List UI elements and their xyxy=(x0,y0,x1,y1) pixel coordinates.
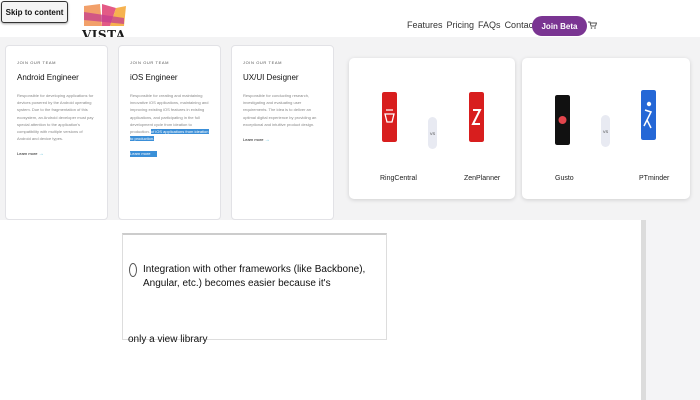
job-description-text: Responsible for creating and maintaining… xyxy=(130,93,209,135)
nav-faqs[interactable]: FAQs xyxy=(478,20,501,30)
learn-more-label: Learn more xyxy=(130,151,151,157)
gusto-logo-icon xyxy=(555,95,570,145)
comparison-right-name: ZenPlanner xyxy=(464,175,501,182)
vs-badge: VS xyxy=(428,117,437,149)
right-panel xyxy=(646,220,700,400)
job-description: Responsible for creating and maintaining… xyxy=(130,92,210,142)
job-eyebrow: JOIN OUR TEAM xyxy=(130,60,170,65)
comparison-card-ringcentral-zenplanner[interactable]: VS RingCentral ZenPlanner xyxy=(349,58,515,199)
zenplanner-logo-icon xyxy=(469,92,484,142)
arrow-right-icon: → xyxy=(264,137,270,144)
learn-more-link[interactable]: Learn more → xyxy=(243,137,270,143)
vs-badge: VS xyxy=(601,115,610,147)
comparison-left-name: Gusto xyxy=(555,175,574,182)
job-card-android: JOIN OUR TEAM Android Engineer Responsib… xyxy=(5,45,108,220)
comparison-card-gusto-ptminder[interactable]: VS Gusto PTminder xyxy=(522,58,690,199)
main-nav: Features Pricing FAQs Contact xyxy=(407,20,536,30)
job-card-ios: JOIN OUR TEAM iOS Engineer Responsible f… xyxy=(118,45,221,220)
ringcentral-logo-icon xyxy=(382,92,397,142)
job-description: Responsible for conducting research, inv… xyxy=(243,93,317,127)
job-title: UX/UI Designer xyxy=(243,73,299,82)
faq-answer-box[interactable]: Integration with other frameworks (like … xyxy=(122,233,387,340)
job-eyebrow: JOIN OUR TEAM xyxy=(17,60,57,65)
job-card-ux-ui: JOIN OUR TEAM UX/UI Designer Responsible… xyxy=(231,45,334,220)
arrow-right-icon: → xyxy=(151,151,157,158)
job-eyebrow: JOIN OUR TEAM xyxy=(243,60,283,65)
learn-more-label: Learn more xyxy=(17,151,38,157)
learn-more-link[interactable]: Learn more → xyxy=(17,151,44,157)
nav-pricing[interactable]: Pricing xyxy=(447,20,475,30)
join-beta-button[interactable]: Join Beta xyxy=(532,16,587,36)
job-title: iOS Engineer xyxy=(130,73,178,82)
faq-answer-continuation: only a view library xyxy=(128,334,208,345)
comparison-right-name: PTminder xyxy=(639,175,670,182)
learn-more-label: Learn more xyxy=(243,137,264,143)
nav-contact[interactable]: Contact xyxy=(505,20,536,30)
learn-more-link[interactable]: Learn more → xyxy=(130,151,157,158)
arrow-right-icon: → xyxy=(38,151,44,158)
comparison-left-name: RingCentral xyxy=(380,175,417,182)
job-title: Android Engineer xyxy=(17,73,79,82)
cart-icon[interactable] xyxy=(588,21,597,29)
nav-features[interactable]: Features xyxy=(407,20,443,30)
job-description: Responsible for developing applications … xyxy=(17,93,94,142)
faq-answer-text: Integration with other frameworks (like … xyxy=(143,264,366,289)
ptminder-logo-icon xyxy=(641,90,656,140)
skip-to-content-link[interactable]: Skip to content xyxy=(1,1,68,23)
radio-circle-icon[interactable] xyxy=(129,263,137,277)
